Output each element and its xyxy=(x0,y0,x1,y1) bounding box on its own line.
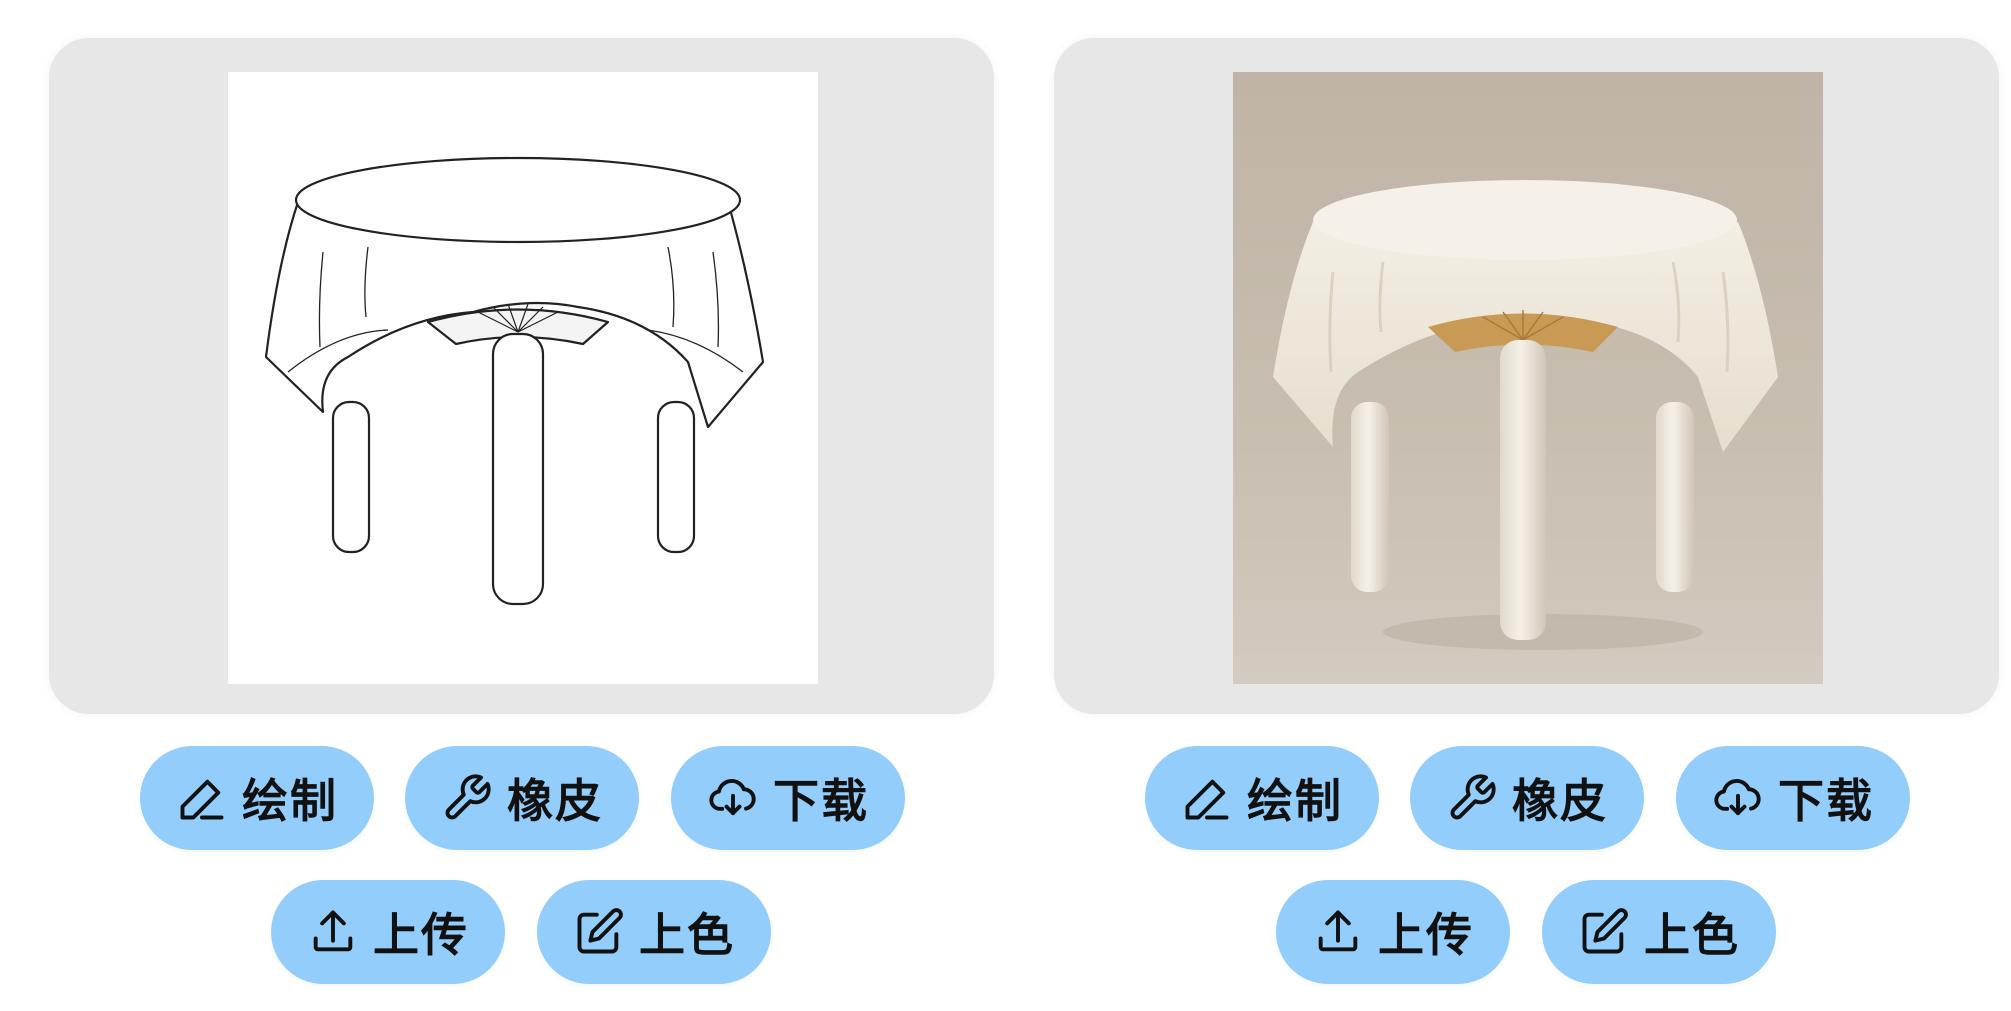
wrench-icon xyxy=(1446,772,1498,824)
upload-icon xyxy=(1312,906,1364,958)
sketch-image[interactable] xyxy=(228,72,818,684)
download-button-label: 下载 xyxy=(773,774,869,828)
eraser-button-label: 橡皮 xyxy=(507,774,603,828)
draw-button[interactable]: 绘制 xyxy=(1145,746,1379,850)
upload-button-label: 上传 xyxy=(373,908,469,962)
left-panel: 绘制 橡皮 下载 上传 上色 xyxy=(0,0,1005,1011)
upload-icon xyxy=(307,906,359,958)
draw-button[interactable]: 绘制 xyxy=(140,746,374,850)
image-card xyxy=(49,38,994,714)
eraser-button-label: 橡皮 xyxy=(1512,774,1608,828)
eraser-button[interactable]: 橡皮 xyxy=(1410,746,1644,850)
colorize-button[interactable]: 上色 xyxy=(1542,880,1776,984)
colorize-button[interactable]: 上色 xyxy=(537,880,771,984)
pencil-icon xyxy=(1181,772,1233,824)
colorize-button-label: 上色 xyxy=(639,908,735,962)
edit-square-icon xyxy=(1578,906,1630,958)
cloud-download-icon xyxy=(707,772,759,824)
upload-button[interactable]: 上传 xyxy=(1276,880,1510,984)
wrench-icon xyxy=(441,772,493,824)
draw-button-label: 绘制 xyxy=(242,774,338,828)
rendered-photo[interactable] xyxy=(1233,72,1823,684)
colorize-button-label: 上色 xyxy=(1644,908,1740,962)
cloud-download-icon xyxy=(1712,772,1764,824)
upload-button[interactable]: 上传 xyxy=(271,880,505,984)
download-button-label: 下载 xyxy=(1778,774,1874,828)
download-button[interactable]: 下载 xyxy=(671,746,905,850)
upload-button-label: 上传 xyxy=(1378,908,1474,962)
right-panel: 绘制 橡皮 下载 上传 上色 xyxy=(1005,0,2010,1011)
eraser-button[interactable]: 橡皮 xyxy=(405,746,639,850)
download-button[interactable]: 下载 xyxy=(1676,746,1910,850)
draw-button-label: 绘制 xyxy=(1247,774,1343,828)
image-card xyxy=(1054,38,1999,714)
edit-square-icon xyxy=(573,906,625,958)
pencil-icon xyxy=(176,772,228,824)
